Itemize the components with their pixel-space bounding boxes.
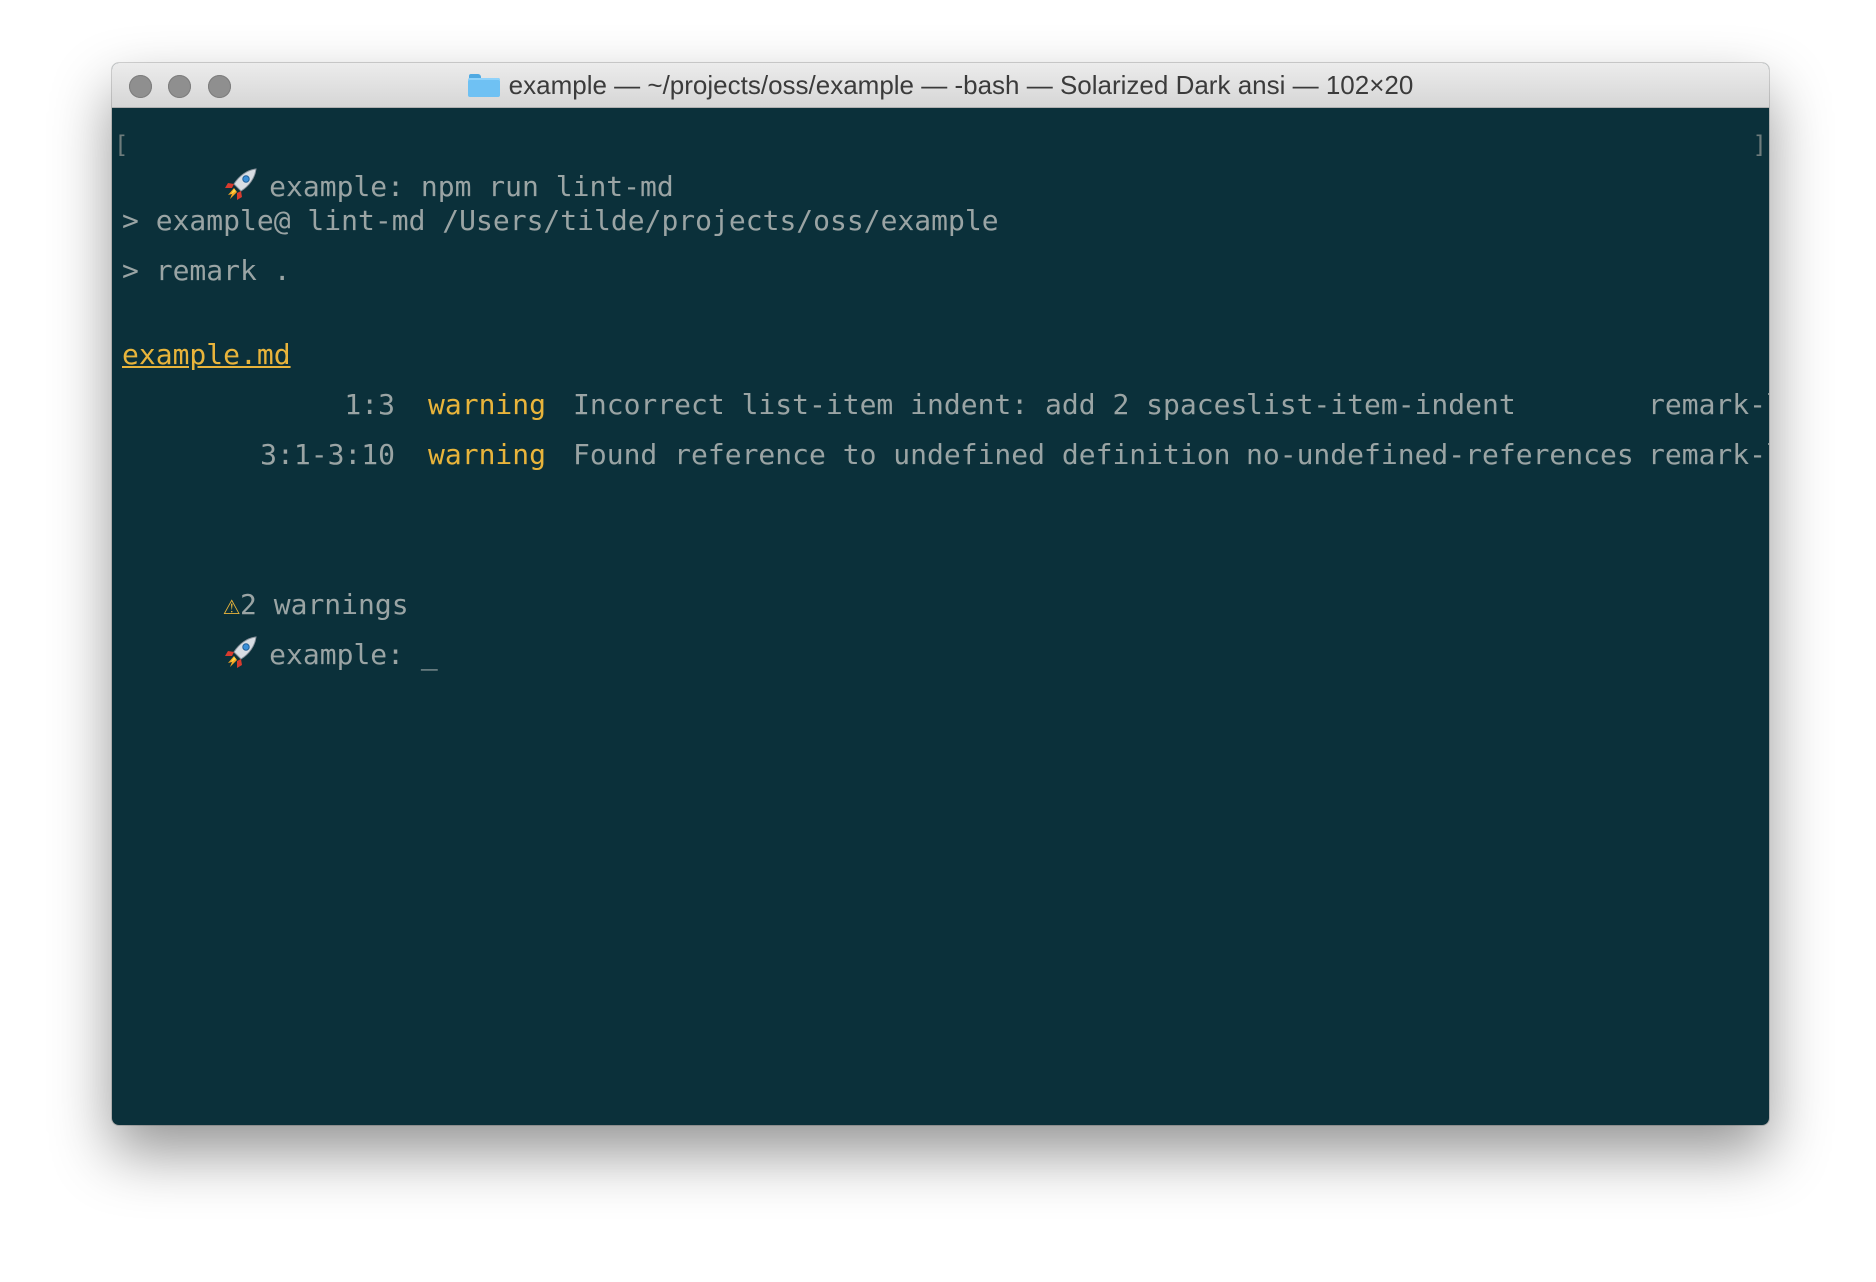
message-rule: no-undefined-references <box>1246 438 1634 471</box>
message-text: Incorrect list-item indent: add 2 spaces <box>573 388 1248 421</box>
summary-line: ⚠2 warnings <box>122 530 408 621</box>
text-cursor: _ <box>420 638 438 671</box>
message-severity: warning <box>428 438 547 471</box>
message-text: Found reference to undefined definition <box>573 438 1231 471</box>
message-rule: list-item-indent <box>1246 388 1516 421</box>
script-header-2: > remark . <box>122 254 291 287</box>
message-position: 1:3 <box>344 388 395 421</box>
terminal-content[interactable]: [ ] example: npm run lint-md > example@ … <box>112 108 1769 1125</box>
message-source: remark-lint <box>1648 388 1769 421</box>
message-row-2: 3:1-3:10 warning Found reference to unde… <box>112 430 1769 480</box>
terminal-window: example — ~/projects/oss/example — -bash… <box>112 63 1769 1125</box>
message-source: remark-lint <box>1648 438 1769 471</box>
message-position: 3:1-3:10 <box>260 438 395 471</box>
final-prompt-line[interactable]: example: _ <box>122 580 438 671</box>
prompt-line: example: npm run lint-md <box>122 112 674 203</box>
title-bar[interactable]: example — ~/projects/oss/example — -bash… <box>112 63 1769 108</box>
window-title-area: example — ~/projects/oss/example — -bash… <box>112 63 1769 108</box>
rocket-icon <box>225 636 257 668</box>
message-row-1: 1:3 warning Incorrect list-item indent: … <box>112 380 1769 430</box>
script-header-1: > example@ lint-md /Users/tilde/projects… <box>122 204 999 237</box>
folder-icon <box>467 74 500 97</box>
final-prompt-text: example: <box>269 638 405 671</box>
line-bracket-right: ] <box>1752 131 1767 159</box>
file-name[interactable]: example.md <box>122 330 291 380</box>
window-title: example — ~/projects/oss/example — -bash… <box>508 70 1414 100</box>
message-severity: warning <box>428 388 547 421</box>
